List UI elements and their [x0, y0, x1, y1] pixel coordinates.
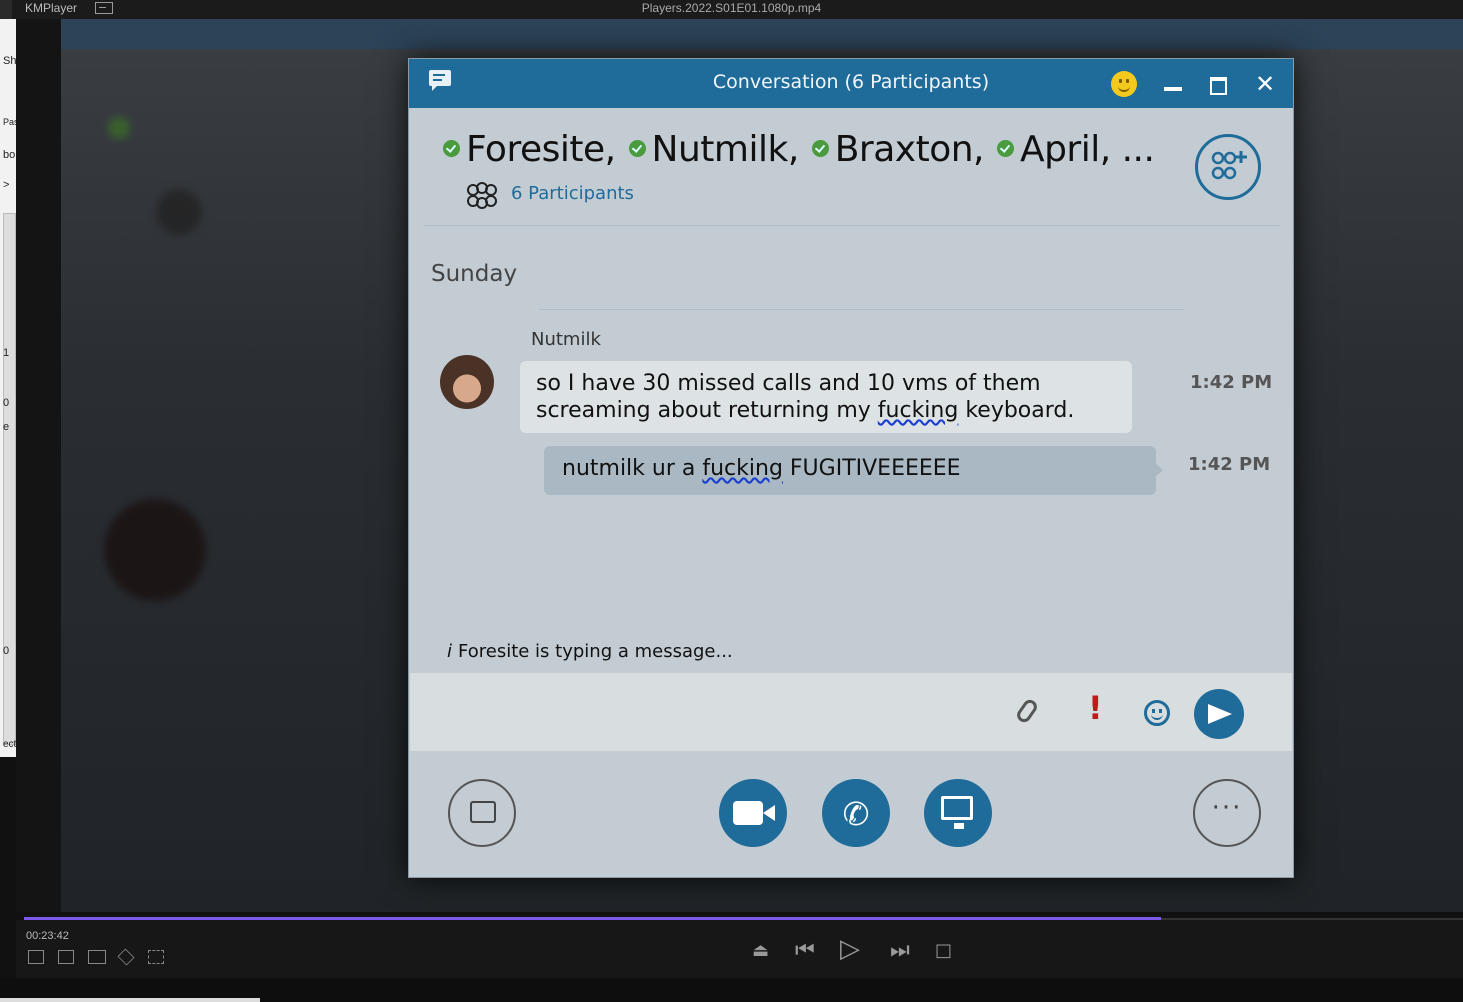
- blurred-header-band: [61, 19, 1463, 49]
- spellcheck-word: fucking: [877, 398, 959, 423]
- more-options-icon: ···: [1211, 793, 1243, 823]
- previous-icon[interactable]: ⏮: [795, 938, 815, 963]
- player-controls: [16, 920, 1463, 978]
- message-text: nutmilk ur a: [562, 456, 703, 481]
- emoji-picker-icon[interactable]: [1144, 700, 1170, 726]
- message-text: keyboard.: [958, 398, 1075, 423]
- chat-bubble-icon: [470, 801, 496, 823]
- info-icon: i: [447, 641, 453, 662]
- paperclip-icon[interactable]: [1014, 697, 1040, 725]
- message-text: so I have 30 missed calls and 10 vms of …: [536, 371, 1041, 396]
- add-participant-icon[interactable]: [1195, 134, 1261, 200]
- participant-name[interactable]: Braxton,: [835, 129, 985, 170]
- send-icon[interactable]: [1194, 689, 1244, 739]
- typing-text: Foresite is typing a message...: [458, 641, 733, 662]
- strip-label: e: [3, 421, 10, 433]
- participant-name[interactable]: Nutmilk,: [652, 129, 800, 170]
- call-toolbar: ✆ ···: [410, 751, 1292, 877]
- strip-label: ecte: [3, 739, 17, 750]
- window-title: Conversation (6 Participants): [712, 71, 990, 93]
- exclamation-icon[interactable]: !: [1088, 689, 1103, 727]
- im-button[interactable]: [448, 779, 516, 847]
- message-text: FUGITIVEEEEEE: [782, 456, 961, 481]
- blurred-icon: [156, 189, 202, 235]
- spellcheck-word: fucking: [702, 456, 783, 481]
- video-call-button[interactable]: [719, 779, 787, 847]
- vr-icon[interactable]: [88, 950, 106, 964]
- stop-icon[interactable]: □: [935, 940, 952, 961]
- day-label: Sunday: [431, 261, 518, 287]
- strip-label: 1: [3, 347, 10, 359]
- participant-names: Foresite, Nutmilk, Braxton, April, ...: [441, 129, 1155, 170]
- message-bubble[interactable]: so I have 30 missed calls and 10 vms of …: [520, 361, 1132, 433]
- participants-count-link[interactable]: 6 Participants: [511, 183, 634, 204]
- strip-label: Past: [3, 117, 16, 127]
- video-frame[interactable]: Conversation (6 Participants) ✕ Foresite…: [16, 19, 1463, 912]
- day-divider: [539, 309, 1184, 310]
- minimize-icon[interactable]: [1164, 87, 1182, 91]
- blurred-avatar: [104, 499, 206, 601]
- taskbar-item: [0, 998, 260, 1002]
- video-camera-icon: [733, 801, 775, 825]
- online-status-icon: [628, 140, 646, 157]
- message-time: 1:42 PM: [1188, 454, 1271, 475]
- current-time: 00:23:42: [26, 930, 69, 942]
- more-options-button[interactable]: ···: [1193, 779, 1261, 847]
- capture-icon[interactable]: [148, 950, 164, 964]
- message-input[interactable]: !: [410, 673, 1292, 751]
- message-time: 1:42 PM: [1190, 372, 1273, 393]
- player-titlebar: KMPlayer Players.2022.S01E01.1080p.mp4: [0, 0, 1463, 19]
- eject-icon[interactable]: ⏏: [752, 940, 769, 961]
- seek-progress: [24, 917, 1161, 920]
- typing-indicator: i Foresite is typing a message...: [447, 641, 733, 662]
- conversation-header: Conversation (6 Participants) ✕: [409, 59, 1293, 108]
- playlist-icon[interactable]: [28, 950, 44, 964]
- blurred-status-dot: [108, 117, 130, 139]
- online-status-icon: [996, 140, 1014, 157]
- maximize-icon[interactable]: [1210, 77, 1227, 95]
- sender-name: Nutmilk: [531, 329, 601, 350]
- background-explorer-strip: Sh Past bo > 1 0 e 0 ecte: [0, 19, 17, 757]
- emoji-icon[interactable]: [1111, 71, 1137, 97]
- online-status-icon: [811, 140, 829, 157]
- strip-label[interactable]: >: [3, 179, 9, 191]
- share-screen-icon: [941, 796, 973, 829]
- header-divider: [423, 225, 1281, 226]
- strip-label: Sh: [3, 55, 17, 67]
- message-bubble[interactable]: nutmilk ur a fucking FUGITIVEEEEEE: [544, 446, 1163, 495]
- strip-label: bo: [3, 149, 16, 161]
- share-screen-button[interactable]: [924, 779, 992, 847]
- next-icon[interactable]: ⏭: [890, 938, 910, 963]
- online-status-icon: [443, 140, 460, 157]
- close-icon[interactable]: ✕: [1254, 71, 1276, 97]
- scrollbar[interactable]: [3, 213, 16, 745]
- download-icon[interactable]: [58, 950, 74, 964]
- message-text: screaming about returning my: [536, 398, 878, 423]
- participant-name[interactable]: Foresite,: [466, 129, 616, 170]
- conversation-window: Conversation (6 Participants) ✕ Foresite…: [408, 58, 1294, 878]
- strip-label: 0: [3, 397, 10, 409]
- participants-group-icon: [467, 182, 497, 209]
- phone-icon: ✆: [842, 795, 870, 833]
- file-name: Players.2022.S01E01.1080p.mp4: [641, 1, 822, 15]
- play-icon[interactable]: ▷: [840, 934, 860, 964]
- avatar[interactable]: [440, 355, 494, 409]
- strip-label: 0: [3, 645, 10, 657]
- audio-call-button[interactable]: ✆: [822, 779, 890, 847]
- participant-name[interactable]: April, ...: [1020, 129, 1155, 170]
